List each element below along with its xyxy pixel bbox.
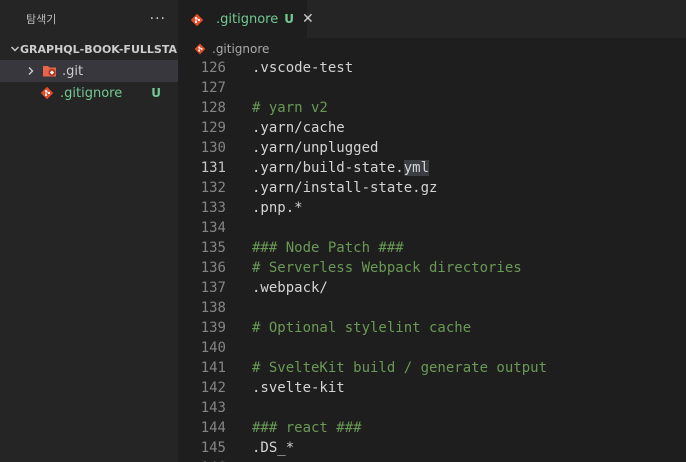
breadcrumb-file[interactable]: .gitignore	[212, 42, 269, 56]
code-line[interactable]: 126 .vscode-test	[178, 58, 686, 78]
close-icon[interactable]: ✕	[302, 11, 314, 27]
tab-bar: .gitignore U ✕	[178, 0, 686, 38]
tree-item-label: .git	[62, 63, 84, 79]
line-text: # SvelteKit build / generate output	[252, 360, 548, 376]
code-line[interactable]: 145 .DS_*	[178, 438, 686, 458]
code-line[interactable]: 130 .yarn/unplugged	[178, 138, 686, 158]
code-line[interactable]: 140	[178, 338, 686, 358]
line-number: 128	[200, 100, 226, 116]
tree-item-label: .gitignore	[60, 85, 123, 101]
line-number: 139	[200, 320, 226, 336]
code-line[interactable]: 134	[178, 218, 686, 238]
line-number: 130	[200, 140, 226, 156]
explorer-sidebar: 탐색기 ··· GRAPHQL-BOOK-FULLSTA... .git .gi…	[0, 0, 178, 462]
code-line[interactable]: 133 .pnp.*	[178, 198, 686, 218]
line-number: 133	[200, 200, 226, 216]
explorer-header: 탐색기 ···	[0, 0, 178, 38]
git-file-icon	[190, 12, 204, 27]
line-text: .yarn/build-state.yml	[252, 158, 430, 178]
line-number: 141	[200, 360, 226, 376]
line-number: 136	[200, 260, 226, 276]
line-text: .yarn/unplugged	[252, 140, 379, 156]
line-text: .svelte-kit	[252, 380, 345, 396]
line-text: .yarn/cache	[252, 120, 345, 136]
tab-status-badge: U	[284, 12, 294, 26]
line-number: 137	[200, 280, 226, 296]
code-line[interactable]: 127	[178, 78, 686, 98]
line-text: # yarn v2	[252, 100, 328, 116]
code-line[interactable]: 139 # Optional stylelint cache	[178, 318, 686, 338]
line-number: 145	[200, 440, 226, 456]
chevron-right-icon	[24, 66, 38, 76]
line-text: .vscode-test	[252, 60, 354, 76]
line-number: 131	[200, 160, 226, 176]
line-number: 144	[200, 420, 226, 436]
line-text: # Serverless Webpack directories	[252, 260, 522, 276]
line-number: 146	[178, 458, 252, 462]
code-editor[interactable]: 126 .vscode-test 127 128 # yarn v2 129 .yarn/c…	[178, 58, 686, 462]
line-number: 140	[200, 340, 226, 356]
tab-gitignore[interactable]: .gitignore U ✕	[178, 0, 314, 38]
code-line[interactable]: 135 ### Node Patch ###	[178, 238, 686, 258]
line-number: 143	[200, 400, 226, 416]
code-line[interactable]: 143	[178, 398, 686, 418]
line-text: .webpack/	[252, 280, 328, 296]
line-text: .DS_*	[252, 440, 295, 456]
code-line[interactable]: 136 # Serverless Webpack directories	[178, 258, 686, 278]
folder-git-icon	[42, 64, 57, 78]
code-line[interactable]: 141 # SvelteKit build / generate output	[178, 358, 686, 378]
git-file-icon	[194, 43, 206, 55]
line-number: 129	[200, 120, 226, 136]
selection-highlight: yml	[403, 160, 430, 176]
code-line[interactable]: 129 .yarn/cache	[178, 118, 686, 138]
code-line[interactable]: 137 .webpack/	[178, 278, 686, 298]
line-text: ### react ###	[252, 420, 362, 436]
line-text: ### Node Patch ###	[252, 240, 404, 256]
tab-label: .gitignore	[216, 11, 279, 27]
git-file-icon	[40, 86, 54, 100]
breadcrumb: .gitignore	[178, 38, 686, 60]
line-number: 142	[200, 380, 226, 396]
line-number: 134	[200, 220, 226, 236]
line-text: .pnp.*	[252, 200, 303, 216]
code-line[interactable]: 138	[178, 298, 686, 318]
line-text: .yarn/install-state.gz	[252, 180, 438, 196]
explorer-title: 탐색기	[26, 13, 57, 26]
line-number: 127	[200, 80, 226, 96]
more-actions-icon[interactable]: ···	[146, 11, 170, 27]
line-number: 132	[200, 180, 226, 196]
tree-item-gitignore[interactable]: .gitignore U	[0, 82, 178, 104]
code-line[interactable]: 146	[178, 458, 686, 462]
line-number: 135	[200, 240, 226, 256]
untracked-badge: U	[151, 86, 161, 100]
code-line[interactable]: 131 .yarn/build-state.yml	[178, 158, 686, 178]
line-number: 138	[200, 300, 226, 316]
code-line[interactable]: 142 .svelte-kit	[178, 378, 686, 398]
code-line[interactable]: 132 .yarn/install-state.gz	[178, 178, 686, 198]
code-line[interactable]: 144 ### react ###	[178, 418, 686, 438]
line-number: 126	[200, 60, 226, 76]
line-text-segment: .yarn/build-state.	[252, 160, 404, 176]
line-text: # Optional stylelint cache	[252, 320, 472, 336]
project-name: GRAPHQL-BOOK-FULLSTA...	[20, 42, 178, 56]
chevron-down-icon	[10, 44, 20, 54]
tree-item-git-folder[interactable]: .git	[0, 60, 178, 82]
code-line[interactable]: 128 # yarn v2	[178, 98, 686, 118]
project-folder-header[interactable]: GRAPHQL-BOOK-FULLSTA...	[0, 38, 178, 60]
